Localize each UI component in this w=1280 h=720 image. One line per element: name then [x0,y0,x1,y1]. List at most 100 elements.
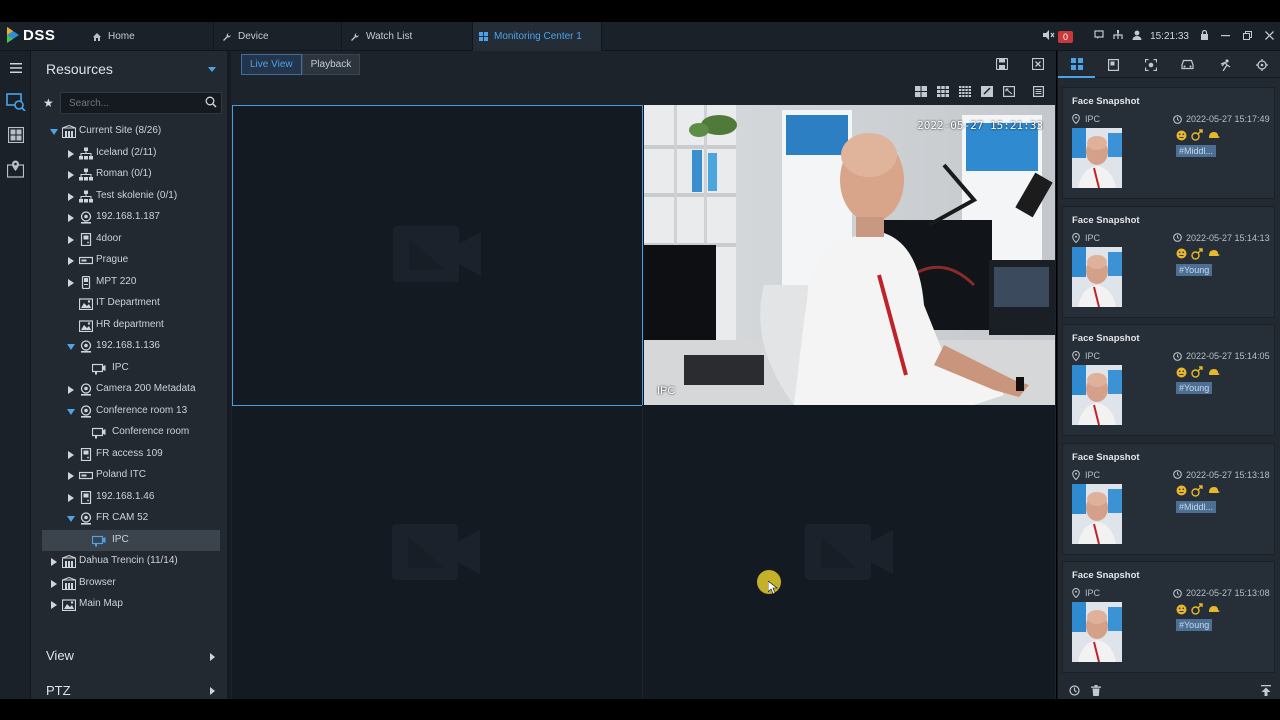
expand-down-icon[interactable] [67,408,75,415]
restore-icon[interactable] [1236,30,1258,43]
tab-person-run-icon[interactable] [1206,51,1243,78]
tree-node[interactable]: IT Department [31,293,227,315]
face-thumbnail[interactable] [1072,483,1122,544]
search-icon[interactable] [205,96,217,108]
face-snapshot-card[interactable]: Face Snapshot IPC 2022-05-27 15:14:13 #Youn… [1062,205,1275,318]
tree-node[interactable]: MPT 220 [31,272,227,294]
menu-icon[interactable] [5,57,26,78]
layout-16-icon[interactable] [954,85,976,97]
tree-node[interactable]: 192.168.1.136 [31,336,227,358]
tree-node[interactable]: Prague [31,250,227,272]
tree-node[interactable]: 192.168.1.187 [31,207,227,229]
section-ptz[interactable]: PTZ [46,683,71,698]
history-icon[interactable] [1069,685,1080,696]
chevron-right-icon[interactable] [210,687,215,695]
video-window-4[interactable] [643,406,1055,699]
tab-target-icon[interactable] [1243,51,1280,78]
face-thumbnail[interactable] [1072,128,1122,188]
expand-right-icon[interactable] [68,171,74,179]
expand-down-icon[interactable] [67,516,75,522]
search-input[interactable] [61,93,201,113]
tree-node[interactable]: Iceland (2/11) [31,143,227,165]
minimize-icon[interactable] [1214,31,1236,43]
tree-node[interactable]: Current Site (8/26) [31,121,227,143]
tree-node[interactable]: Poland ITC [31,465,227,487]
expand-down-icon[interactable] [67,344,75,350]
expand-right-icon[interactable] [68,278,74,287]
face-snapshot-card[interactable]: Face Snapshot IPC 2022-05-27 15:17:49 #Midd… [1062,87,1275,199]
tree-node[interactable]: Conference room 13 [31,401,227,423]
face-snapshot-card[interactable]: Face Snapshot IPC 2022-05-27 15:14:05 #Youn… [1062,324,1275,436]
tab-all-events-icon[interactable] [1058,51,1095,78]
tree-node[interactable]: IPC [42,529,220,551]
tree-node[interactable]: Conference room [31,422,227,444]
tab-watch-list[interactable]: Watch List [342,22,473,51]
view-layout-icon[interactable] [5,124,26,145]
expand-right-icon[interactable] [68,493,74,502]
map-pin-icon[interactable] [5,158,26,179]
expand-right-icon[interactable] [68,235,74,244]
resources-dropdown-icon[interactable] [208,67,216,72]
face-snapshot-card[interactable]: Face Snapshot IPC 2022-05-27 15:13:18 #Midd… [1062,442,1275,555]
tab-playback[interactable]: Playback [301,54,361,75]
layout-9-icon[interactable] [932,85,954,97]
tree-node[interactable]: Browser [31,573,227,595]
speaker-mute-icon[interactable] [1039,30,1058,43]
tab-monitoring-center[interactable]: Monitoring Center 1 [473,22,602,51]
expand-right-icon[interactable] [51,601,57,609]
expand-right-icon[interactable] [68,149,74,158]
face-thumbnail[interactable] [1072,246,1122,307]
tab-vehicle-icon[interactable] [1169,51,1206,78]
tab-live-view[interactable]: Live View [241,54,302,75]
expand-right-icon[interactable] [68,450,74,459]
network-icon[interactable] [1108,30,1127,43]
close-all-icon[interactable] [1020,58,1056,70]
save-view-icon[interactable] [984,58,1020,70]
video-window-2[interactable]: 2022-05-27 15:21:33 IPC [644,105,1055,405]
close-icon[interactable] [1258,30,1280,43]
tab-home[interactable]: Home [78,22,214,51]
tree-node[interactable]: FR access 109 [31,444,227,466]
expand-right-icon[interactable] [51,579,57,588]
user-icon[interactable] [1127,30,1146,43]
tree-node[interactable]: 192.168.1.46 [31,487,227,509]
tree-node[interactable]: 4door [31,229,227,251]
message-icon[interactable] [1089,30,1108,43]
video-window-3[interactable] [232,406,642,699]
tree-node[interactable]: Dahua Trencin (11/14) [31,551,227,573]
tree-node[interactable]: Test skolenie (0/1) [31,186,227,208]
delete-icon[interactable] [1091,685,1101,696]
list-panel-icon[interactable] [1020,85,1056,97]
resource-tree-icon[interactable] [5,91,26,112]
custom-layout-icon[interactable] [976,85,998,97]
tree-node[interactable]: Camera 200 Metadata [31,379,227,401]
expand-right-icon[interactable] [68,386,74,394]
expand-right-icon[interactable] [51,558,57,566]
expand-right-icon[interactable] [68,472,74,480]
face-thumbnail[interactable] [1072,602,1122,662]
favorites-star-icon[interactable]: ★ [43,96,54,110]
expand-down-icon[interactable] [50,129,58,135]
tree-node-label: 192.168.1.136 [96,340,160,351]
expand-right-icon[interactable] [68,214,74,222]
expand-right-icon[interactable] [68,192,74,201]
scroll-top-icon[interactable] [1261,685,1271,696]
section-view[interactable]: View [46,648,74,663]
tab-device[interactable]: Device [214,22,342,51]
tab-face-icon[interactable] [1132,51,1169,78]
face-thumbnail[interactable] [1072,365,1122,425]
chevron-right-icon[interactable] [210,653,215,661]
video-window-1[interactable] [232,105,643,406]
tree-node[interactable]: HR department [31,315,227,337]
expand-right-icon[interactable] [68,257,74,265]
alarm-count-badge[interactable]: 0 [1058,30,1074,43]
tree-node[interactable]: IPC [31,358,227,380]
tree-node[interactable]: FR CAM 52 [31,508,227,530]
tree-node[interactable]: Roman (0/1) [31,164,227,186]
face-snapshot-card[interactable]: Face Snapshot IPC 2022-05-27 15:13:08 #Youn… [1062,561,1275,673]
layout-4-icon[interactable] [910,85,932,97]
tab-event-list-icon[interactable] [1095,51,1132,78]
lock-icon[interactable] [1195,29,1214,43]
tree-node[interactable]: Main Map [31,594,227,616]
fullscreen-icon[interactable] [998,85,1020,97]
